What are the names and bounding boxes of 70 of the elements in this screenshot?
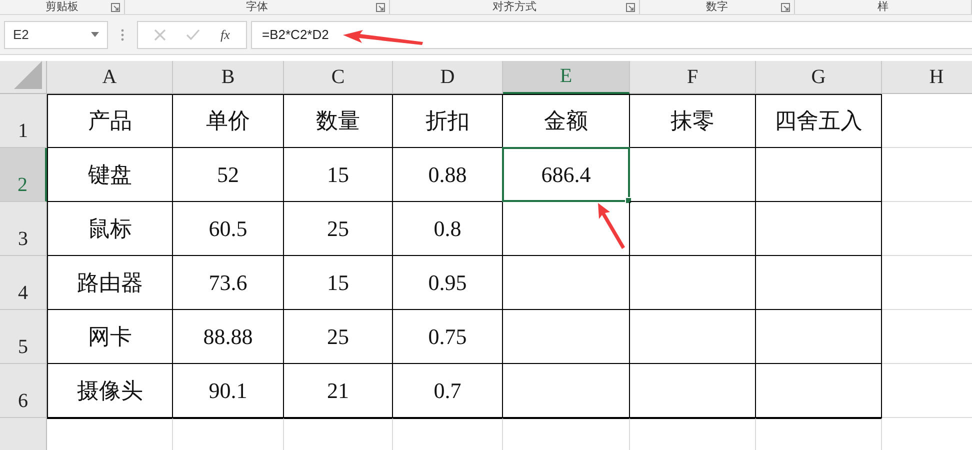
- table-cell[interactable]: 0.75: [393, 310, 503, 364]
- table-cell[interactable]: [756, 364, 882, 418]
- table-cell[interactable]: [630, 256, 756, 310]
- row-header[interactable]: 6: [0, 364, 47, 418]
- ribbon-group-label: 对齐方式: [492, 1, 536, 13]
- table-cell[interactable]: 73.6: [173, 256, 284, 310]
- table-cell[interactable]: 60.5: [173, 202, 284, 256]
- ribbon-group-label: 数字: [706, 1, 728, 13]
- table-cell[interactable]: 88.88: [173, 310, 284, 364]
- table-cell[interactable]: 15: [284, 256, 393, 310]
- dropdown-caret-icon: [91, 32, 99, 37]
- table-cell[interactable]: [630, 148, 756, 202]
- table-cell[interactable]: 52: [173, 148, 284, 202]
- table-cell[interactable]: 25: [284, 310, 393, 364]
- table-cell[interactable]: [756, 148, 882, 202]
- arrow-annotation: [596, 203, 626, 249]
- ribbon-group-label: 字体: [246, 1, 268, 13]
- table-cell[interactable]: [756, 256, 882, 310]
- table-cell[interactable]: 686.4: [503, 148, 630, 202]
- table-cell[interactable]: 0.88: [393, 148, 503, 202]
- table-cell[interactable]: 抹零: [630, 94, 756, 148]
- dialog-launcher-icon[interactable]: [111, 3, 120, 12]
- table-cell[interactable]: 折扣: [393, 94, 503, 148]
- column-header[interactable]: D: [393, 61, 503, 94]
- row-header[interactable]: 4: [0, 256, 47, 310]
- table-cell[interactable]: 0.7: [393, 364, 503, 418]
- column-header[interactable]: F: [630, 61, 756, 94]
- dialog-launcher-icon[interactable]: [376, 3, 385, 12]
- row-header[interactable]: 1: [0, 94, 47, 148]
- table-cell[interactable]: [503, 310, 630, 364]
- more-options-icon[interactable]: [121, 28, 124, 40]
- table-cell[interactable]: 21: [284, 364, 393, 418]
- table-cell[interactable]: [503, 256, 630, 310]
- table-cell[interactable]: 鼠标: [47, 202, 173, 256]
- row-header[interactable]: 5: [0, 310, 47, 364]
- table-cell[interactable]: [630, 310, 756, 364]
- column-header[interactable]: E: [503, 61, 630, 94]
- table-cell[interactable]: 键盘: [47, 148, 173, 202]
- table-cell[interactable]: 金额: [503, 94, 630, 148]
- table-cell[interactable]: 产品: [47, 94, 173, 148]
- column-header[interactable]: B: [173, 61, 284, 94]
- table-cell[interactable]: 四舍五入: [756, 94, 882, 148]
- row-header[interactable]: 3: [0, 202, 47, 256]
- table-cell[interactable]: [630, 202, 756, 256]
- table-cell[interactable]: 90.1: [173, 364, 284, 418]
- formula-input[interactable]: =B2*C2*D2: [251, 20, 972, 48]
- table-cell[interactable]: 路由器: [47, 256, 173, 310]
- table-cell[interactable]: 0.95: [393, 256, 503, 310]
- column-header[interactable]: A: [47, 61, 173, 94]
- table-cell[interactable]: [756, 310, 882, 364]
- table-cell[interactable]: [503, 364, 630, 418]
- ribbon-group-label: 剪贴板: [46, 1, 78, 13]
- row-header[interactable]: 2: [0, 148, 47, 202]
- column-header[interactable]: G: [756, 61, 882, 94]
- table-cell[interactable]: 网卡: [47, 310, 173, 364]
- dialog-launcher-icon[interactable]: [626, 3, 635, 12]
- table-cell[interactable]: [756, 202, 882, 256]
- table-cell[interactable]: 单价: [173, 94, 284, 148]
- ribbon-group-label: 样: [878, 1, 888, 13]
- column-header[interactable]: C: [284, 61, 393, 94]
- insert-function-button[interactable]: fx: [220, 26, 230, 42]
- table-cell[interactable]: [630, 364, 756, 418]
- table-cell[interactable]: 摄像头: [47, 364, 173, 418]
- column-header[interactable]: H: [882, 61, 972, 94]
- name-box[interactable]: E2: [4, 20, 108, 48]
- table-cell[interactable]: 15: [284, 148, 393, 202]
- dialog-launcher-icon[interactable]: [781, 3, 790, 12]
- table-cell[interactable]: 数量: [284, 94, 393, 148]
- table-cell[interactable]: 25: [284, 202, 393, 256]
- table-cell[interactable]: 0.8: [393, 202, 503, 256]
